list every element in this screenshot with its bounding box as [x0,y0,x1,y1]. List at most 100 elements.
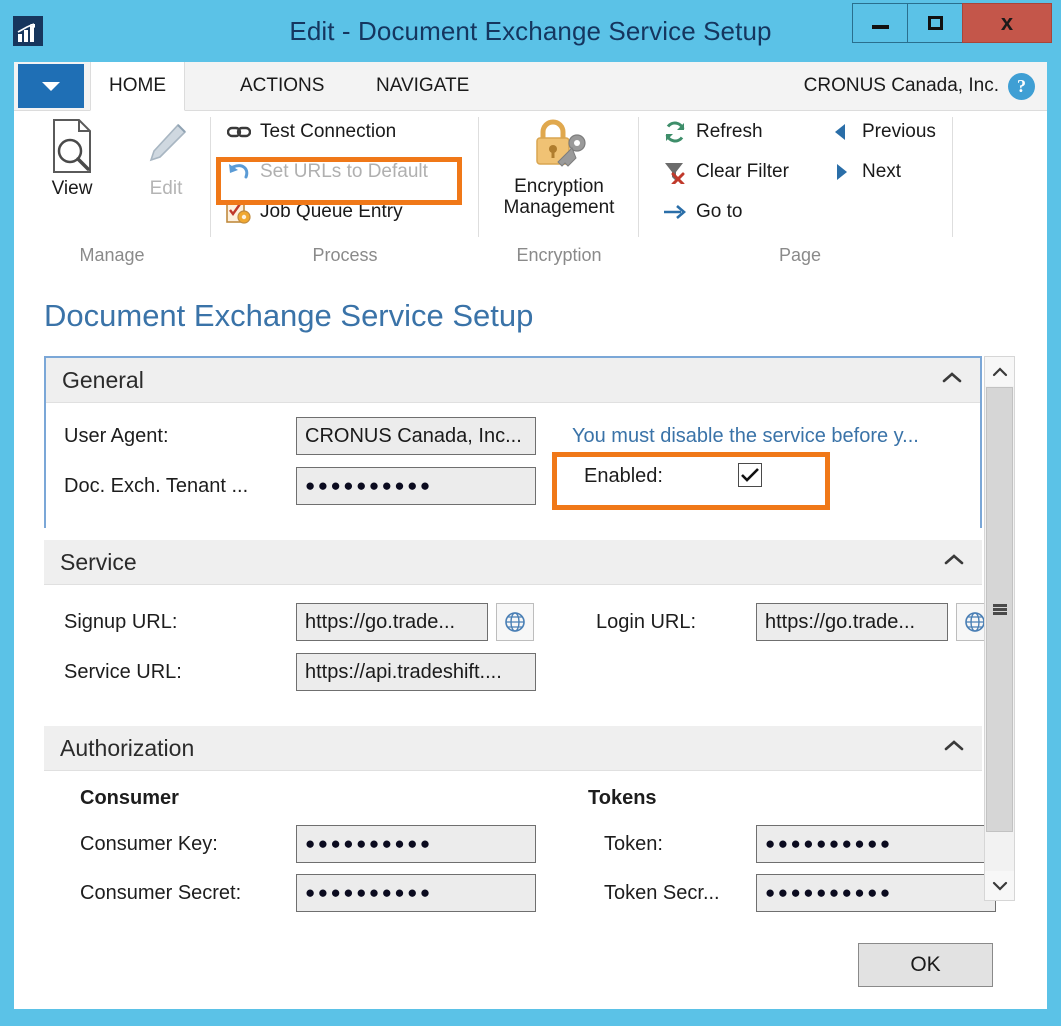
ribbon-tab-row: HOME ACTIONS NAVIGATE CRONUS Canada, Inc… [14,62,1047,111]
ok-button[interactable]: OK [858,943,993,987]
encryption-management-button[interactable]: Encryption Management [504,117,614,219]
maximize-button[interactable] [907,3,962,43]
enabled-label: Enabled: [584,465,663,487]
login-url-field[interactable]: https://go.trade... [756,603,948,641]
section-authorization-title: Authorization [60,734,195,761]
token-label: Token: [604,833,663,855]
chevron-up-icon[interactable] [944,553,964,571]
ribbon-body: View Edit Manage Test Connection Set URL… [14,111,1047,274]
doc-exch-tenant-label: Doc. Exch. Tenant ... [64,475,249,497]
arrow-right-icon [662,199,688,225]
section-service-header[interactable]: Service [44,540,982,585]
service-url-field[interactable]: https://api.tradeshift.... [296,653,536,691]
refresh-icon [662,119,688,145]
clear-filter-label: Clear Filter [696,161,789,182]
login-url-label: Login URL: [596,611,697,633]
enabled-checkbox[interactable] [738,463,762,487]
application-menu-button[interactable] [18,64,84,108]
token-field[interactable]: ●●●●●●●●●● [756,825,996,863]
section-general: General User Agent: CRONUS Canada, Inc..… [44,356,982,529]
ribbon-group-manage-label: Manage [79,245,145,265]
section-authorization-header[interactable]: Authorization [44,726,982,771]
ribbon-group-encryption: Encryption Management Encryption [480,111,638,274]
refresh-label: Refresh [696,121,763,142]
consumer-secret-field[interactable]: ●●●●●●●●●● [296,874,536,912]
user-agent-field[interactable]: CRONUS Canada, Inc... [296,417,536,455]
section-general-header[interactable]: General [46,358,980,403]
undo-arrow-icon [226,159,252,185]
link-icon [226,119,252,145]
help-icon[interactable]: ? [1008,73,1035,100]
scroll-down-button[interactable] [985,871,1014,900]
page-title: Document Exchange Service Setup [44,298,534,333]
edit-button[interactable]: Edit [118,117,214,200]
section-general-title: General [62,366,144,393]
title-bar: Edit - Document Exchange Service Setup x [0,0,1061,62]
chevron-up-icon[interactable] [944,739,964,757]
page-content: Document Exchange Service Setup General … [14,274,1047,913]
checkmark-icon [741,468,759,482]
set-urls-to-default-label: Set URLs to Default [260,161,428,182]
ribbon-group-page: Refresh Clear Filter Go to Previous Next… [640,111,952,274]
globe-icon [505,612,525,632]
checklist-gear-icon [226,199,252,225]
next-button[interactable]: Next [828,155,901,189]
window-controls: x [852,3,1052,43]
triangle-right-icon [828,159,854,185]
consumer-secret-label: Consumer Secret: [80,882,242,904]
token-secret-label: Token Secr... [604,882,720,904]
encryption-management-label: Encryption Management [503,176,615,218]
chevron-up-icon[interactable] [942,371,962,389]
group-divider-4 [952,117,953,237]
section-authorization-body: Consumer Consumer Key: ●●●●●●●●●● Consum… [44,771,996,913]
go-to-button[interactable]: Go to [662,195,742,229]
tab-navigate[interactable]: NAVIGATE [358,62,487,110]
user-agent-label: User Agent: [64,425,169,447]
previous-button[interactable]: Previous [828,115,936,149]
view-button-label: View [51,178,93,199]
signup-url-field[interactable]: https://go.trade... [296,603,488,641]
ribbon-group-manage: View Edit Manage [14,111,210,274]
ribbon-group-page-label: Page [778,245,822,265]
token-secret-field[interactable]: ●●●●●●●●●● [756,874,996,912]
tab-actions[interactable]: ACTIONS [222,62,342,110]
ribbon-group-encryption-label: Encryption [516,245,602,265]
set-urls-to-default-button[interactable]: Set URLs to Default [226,155,428,189]
view-button[interactable]: View [24,117,120,200]
pencil-icon [149,123,187,162]
clear-filter-icon [662,159,688,185]
ribbon: HOME ACTIONS NAVIGATE CRONUS Canada, Inc… [14,62,1047,274]
clear-filter-button[interactable]: Clear Filter [662,155,789,189]
lock-key-icon [536,119,586,167]
section-service-body: Signup URL: https://go.trade... Service … [44,585,994,701]
test-connection-label: Test Connection [260,121,397,142]
tokens-group-label: Tokens [588,787,657,809]
doc-exch-tenant-field[interactable]: ●●●●●●●●●● [296,467,536,505]
next-label: Next [862,161,902,182]
vertical-scrollbar[interactable] [984,356,1015,901]
ribbon-group-process-label: Process [312,245,378,265]
job-queue-entry-button[interactable]: Job Queue Entry [226,195,403,229]
scrollbar-grip-icon [992,604,1007,615]
service-url-label: Service URL: [64,661,182,683]
scroll-up-button[interactable] [985,357,1014,386]
dialog-footer: OK [14,913,1047,1009]
section-authorization: Authorization Consumer Consumer Key: ●●●… [44,726,996,913]
service-disable-warning: You must disable the service before y... [572,425,919,447]
minimize-icon [871,25,889,29]
chevron-up-icon [992,366,1007,376]
group-divider-2 [478,117,479,237]
signup-url-globe-button[interactable] [496,603,534,641]
refresh-button[interactable]: Refresh [662,115,763,149]
scrollbar-thumb[interactable] [986,387,1013,832]
test-connection-button[interactable]: Test Connection [226,115,396,149]
ribbon-group-process: Test Connection Set URLs to Default Job … [212,111,478,274]
consumer-key-label: Consumer Key: [80,833,218,855]
close-button[interactable]: x [962,3,1052,43]
signup-url-label: Signup URL: [64,611,178,633]
consumer-key-field[interactable]: ●●●●●●●●●● [296,825,536,863]
triangle-left-icon [828,119,854,145]
tab-home[interactable]: HOME [90,62,185,111]
minimize-button[interactable] [852,3,907,43]
edit-document-exchange-service-setup-window: Edit - Document Exchange Service Setup x… [0,0,1061,1026]
